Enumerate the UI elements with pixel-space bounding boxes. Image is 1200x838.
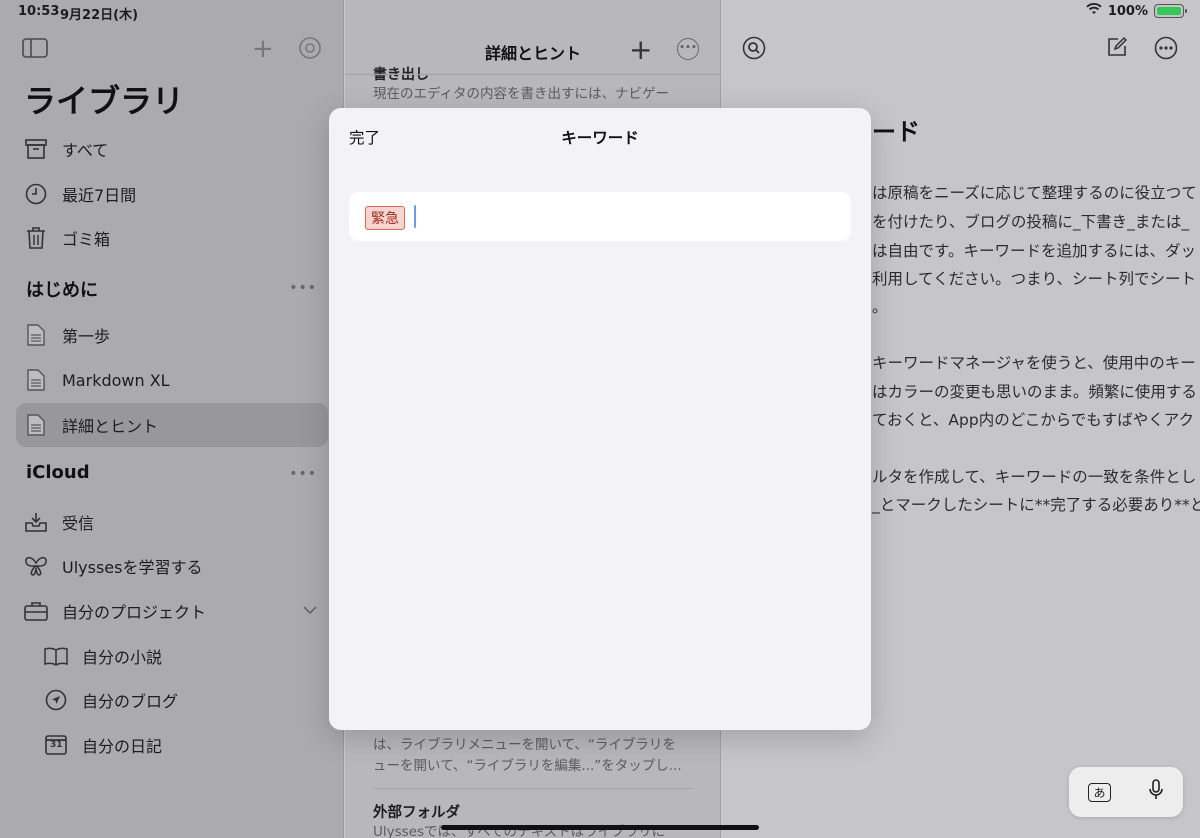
library-title: ライブラリ bbox=[24, 82, 185, 120]
keyword-tag[interactable]: 緊急 bbox=[365, 206, 405, 230]
butterfly-icon bbox=[24, 554, 48, 578]
calendar-day: 31 bbox=[50, 740, 63, 750]
document-icon bbox=[24, 368, 48, 392]
sidebar-item-my-projects[interactable]: 自分のプロジェクト bbox=[16, 589, 328, 633]
add-sheet-icon[interactable]: + bbox=[629, 33, 652, 66]
editor-line: 。 bbox=[872, 298, 888, 316]
sheet-title[interactable]: 外部フォルダ bbox=[373, 801, 460, 822]
sidebar-item-label: 受信 bbox=[62, 514, 95, 533]
document-icon bbox=[24, 413, 48, 437]
status-time: 10:53 bbox=[18, 4, 60, 19]
editor-line: ておくと、App内のどこからでもすばやくアク bbox=[872, 411, 1194, 429]
editor-line: 利用してください。つまり、シート列でシート bbox=[872, 270, 1196, 288]
wifi-icon bbox=[1086, 3, 1102, 19]
sidebar-item-label: 最近7日間 bbox=[62, 186, 137, 205]
editor-line: はカラーの変更も思いのまま。頻繁に使用する bbox=[872, 383, 1197, 401]
sidebar-item-my-blog[interactable]: 自分のブログ bbox=[16, 678, 328, 722]
chevron-down-icon[interactable] bbox=[303, 603, 317, 619]
microphone-icon[interactable] bbox=[1149, 779, 1164, 805]
settings-gear-icon[interactable] bbox=[298, 36, 322, 66]
sidebar-item-label: Markdown XL bbox=[62, 370, 170, 390]
search-icon[interactable] bbox=[742, 36, 766, 65]
done-button[interactable]: 完了 bbox=[349, 126, 380, 148]
briefcase-icon bbox=[24, 599, 48, 623]
sidebar: + ライブラリ すべて 最近7日間 ゴミ箱 はじめに ••• 第一歩 Markd… bbox=[0, 0, 344, 838]
editor-line: を付けたり、ブログの投稿に_下書き_または_ bbox=[872, 213, 1190, 231]
editor-line: は自由です。キーワードを追加するには、ダッ bbox=[872, 242, 1196, 260]
add-icon[interactable]: + bbox=[252, 34, 274, 64]
section-header-getting-started[interactable]: はじめに bbox=[26, 276, 98, 302]
sidebar-item-label: 詳細とヒント bbox=[62, 417, 159, 436]
modal-title: キーワード bbox=[561, 129, 639, 147]
editor-heading: ード bbox=[872, 118, 920, 146]
divider bbox=[373, 788, 693, 789]
sidebar-item-learn-ulysses[interactable]: Ulyssesを学習する bbox=[16, 544, 328, 588]
document-icon bbox=[24, 323, 48, 347]
sidebar-toggle-icon[interactable] bbox=[22, 38, 48, 64]
editor-line: は原稿をニーズに応じて整理するのに役立つて bbox=[872, 184, 1197, 202]
keywords-modal: キーワード 完了 緊急 bbox=[329, 108, 871, 730]
book-icon bbox=[44, 644, 68, 668]
sidebar-item-label: すべて bbox=[62, 141, 109, 160]
sidebar-item-label: ゴミ箱 bbox=[62, 230, 111, 249]
sheet-snippet[interactable]: は、ライブラリメニューを開いて、“ライブラリを bbox=[373, 735, 695, 755]
sidebar-item-all[interactable]: すべて bbox=[16, 127, 328, 171]
keyboard-shortcut-bar: あ bbox=[1069, 767, 1183, 817]
battery-percent: 100% bbox=[1107, 3, 1148, 19]
sidebar-item-label: 自分のプロジェクト bbox=[62, 603, 207, 622]
sidebar-item-label: 自分の小説 bbox=[82, 648, 163, 667]
section-more-icon[interactable]: ••• bbox=[289, 280, 317, 296]
more-options-icon[interactable] bbox=[1154, 36, 1178, 65]
sidebar-item-my-novel[interactable]: 自分の小説 bbox=[16, 634, 328, 678]
sheet-snippet[interactable]: ューを開いて、“ライブラリを編集...”をタップし... bbox=[373, 756, 695, 776]
section-header-icloud[interactable]: iCloud bbox=[26, 462, 90, 483]
sidebar-item-label: 自分のブログ bbox=[82, 692, 179, 711]
sheet-list-title: 詳細とヒント bbox=[485, 44, 582, 63]
sheet-snippet[interactable]: 現在のエディタの内容を書き出すには、ナビゲー bbox=[373, 84, 695, 104]
sidebar-item-label: 第一歩 bbox=[62, 327, 111, 346]
keyword-input[interactable]: 緊急 bbox=[349, 192, 851, 241]
inbox-icon bbox=[24, 510, 48, 534]
sidebar-item-trash[interactable]: ゴミ箱 bbox=[16, 216, 328, 260]
archive-icon bbox=[24, 137, 48, 161]
editor-line: ルタを作成して、キーワードの一致を条件とし bbox=[872, 468, 1197, 486]
compose-icon[interactable] bbox=[1106, 36, 1128, 63]
section-more-icon[interactable]: ••• bbox=[289, 466, 317, 482]
sidebar-item-first-steps[interactable]: 第一歩 bbox=[16, 313, 328, 357]
trash-icon bbox=[24, 226, 48, 250]
navigation-icon bbox=[44, 688, 68, 712]
home-indicator bbox=[441, 825, 759, 830]
status-date: 9月22日(木) bbox=[60, 8, 139, 23]
status-bar: 10:53 9月22日(木) 100% bbox=[0, 0, 1200, 24]
battery-icon bbox=[1154, 4, 1187, 18]
more-options-icon[interactable]: ••• bbox=[677, 38, 699, 60]
status-right: 100% bbox=[1086, 3, 1187, 19]
sidebar-item-label: 自分の日記 bbox=[82, 737, 163, 756]
calendar-icon: 31 bbox=[44, 733, 68, 757]
editor-line: _とマークしたシートに**完了する必要あり**と bbox=[872, 496, 1200, 514]
divider bbox=[345, 74, 721, 75]
editor-line: キーワードマネージャを使うと、使用中のキー bbox=[872, 354, 1196, 372]
text-caret bbox=[414, 205, 416, 228]
clock-icon bbox=[24, 182, 48, 206]
sidebar-item-my-diary[interactable]: 31 自分の日記 bbox=[16, 723, 328, 767]
sidebar-item-label: Ulyssesを学習する bbox=[62, 558, 203, 577]
sidebar-item-markdown-xl[interactable]: Markdown XL bbox=[16, 358, 328, 402]
kana-keyboard-button[interactable]: あ bbox=[1088, 782, 1111, 802]
sidebar-item-inbox[interactable]: 受信 bbox=[16, 500, 328, 544]
sidebar-item-tips[interactable]: 詳細とヒント bbox=[16, 403, 328, 447]
sidebar-item-recent[interactable]: 最近7日間 bbox=[16, 172, 328, 216]
